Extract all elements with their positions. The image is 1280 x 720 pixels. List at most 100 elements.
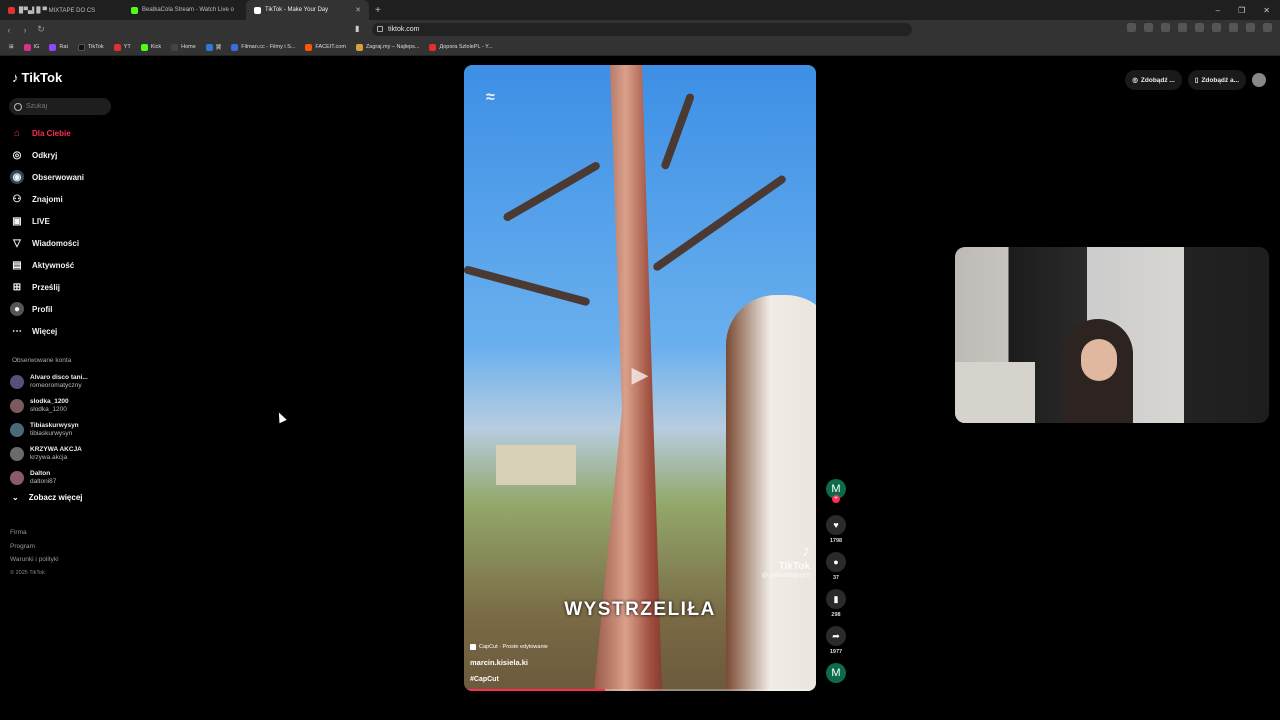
site-info-icon[interactable]: [377, 26, 383, 32]
following-account[interactable]: KRZYWA AKCJA krzywa.akcja: [10, 442, 88, 466]
following-account[interactable]: Tibiaskurwysyn tibiaskurwysyn: [10, 418, 88, 442]
user-avatar[interactable]: [1252, 73, 1266, 87]
author-initial: M: [831, 483, 841, 495]
sidebar-item-live[interactable]: ▣ LIVE: [10, 210, 84, 232]
new-tab-button[interactable]: +: [369, 5, 387, 16]
account-name: Alvaro disco tani...: [30, 374, 88, 381]
get-app-button[interactable]: ▯ Zdobądź a...: [1187, 70, 1246, 90]
webcam-scene-face: [1081, 339, 1117, 381]
minimize-icon[interactable]: –: [1216, 6, 1220, 15]
media-icon[interactable]: [1195, 23, 1204, 32]
bookmark-item[interactable]: Zagraj.my – Najleps...: [353, 43, 423, 51]
bookmark-favicon-icon: [205, 43, 213, 51]
sidebar-item-for-you[interactable]: ⌂ Dla Ciebie: [10, 122, 84, 144]
url-field[interactable]: tiktok.com: [372, 23, 912, 36]
apps-grid-icon[interactable]: ⊞: [6, 44, 17, 50]
like-button[interactable]: ♥: [826, 515, 846, 535]
following-account[interactable]: Dalton daltoni87: [10, 466, 88, 490]
bookmark-item[interactable]: Filman.cc - Filmy i S...: [228, 43, 298, 51]
see-more-label: Zobacz więcej: [28, 493, 83, 502]
sidebar-item-label: Odkryj: [32, 150, 58, 160]
activity-icon: ▤: [12, 259, 22, 271]
close-tab-icon[interactable]: ✕: [355, 6, 361, 14]
wallet-icon[interactable]: [1229, 23, 1238, 32]
footer-link-terms[interactable]: Warunki i polityki: [10, 553, 59, 567]
extension-icon[interactable]: [1144, 23, 1153, 32]
account-name: KRZYWA AKCJA: [30, 446, 82, 453]
sidebar-item-label: Obserwowani: [32, 172, 85, 182]
account-username: krzywa.akcja: [30, 454, 68, 461]
restore-icon[interactable]: ❐: [1238, 6, 1245, 15]
share-count: 1977: [829, 649, 843, 655]
heart-icon: ♥: [833, 520, 839, 530]
sidebar-item-label: Dla Ciebie: [32, 128, 71, 138]
extension-icon[interactable]: [1161, 23, 1170, 32]
footer-link-program[interactable]: Program: [10, 540, 59, 554]
bookmark-item[interactable]: Kick: [138, 43, 164, 51]
reload-icon[interactable]: ↻: [34, 24, 48, 35]
following-accounts-title: Obserwowane konta: [12, 357, 72, 364]
bookmark-item[interactable]: Дорога SzlolePL - Y...: [426, 43, 495, 51]
get-coins-button[interactable]: ◎ Zdobądź ...: [1125, 70, 1182, 90]
extension-icon[interactable]: [1127, 23, 1136, 32]
capcut-tag[interactable]: CapCut · Proste edytowanie: [470, 644, 548, 650]
tab-mixtape[interactable]: ▉▀▄▌▉ ▀ MIXTAPE DO CS: [0, 0, 123, 20]
sidebar-item-friends[interactable]: ⚇ Znajomi: [10, 188, 84, 210]
bookmark-item[interactable]: FACEIT.com: [302, 43, 349, 51]
bookmark-favicon-icon: [355, 43, 363, 51]
author-avatar[interactable]: M +: [826, 479, 846, 503]
search-bar[interactable]: [9, 98, 111, 115]
sidebar-item-upload[interactable]: ⊞ Prześlij: [10, 276, 84, 298]
share-button[interactable]: ➦: [826, 626, 846, 646]
forward-icon[interactable]: ›: [18, 25, 32, 35]
video-meta: CapCut · Proste edytowanie marcin.kisiel…: [470, 644, 548, 683]
sidebar-item-more[interactable]: ⋯ Więcej: [10, 320, 84, 342]
bookmark-item[interactable]: 翼: [203, 43, 225, 51]
sidebar-item-messages[interactable]: ▽ Wiadomości: [10, 232, 84, 254]
play-icon[interactable]: ▶: [620, 355, 660, 395]
tab-kick-stream[interactable]: BeatkaCola Stream - Watch Live o: [123, 0, 246, 20]
url-text: tiktok.com: [388, 26, 420, 33]
phone-icon: ▯: [1194, 77, 1199, 84]
bookmark-item[interactable]: IG: [21, 43, 43, 51]
webcam-scene-person: [1063, 319, 1133, 423]
sidebar-item-following[interactable]: ◉ Obserwowani: [10, 166, 84, 188]
back-icon[interactable]: ‹: [2, 25, 16, 35]
bookmark-item[interactable]: Rat: [46, 43, 71, 51]
follow-plus-icon[interactable]: +: [832, 495, 840, 503]
following-account[interactable]: Alvaro disco tani... romeoromatyczny: [10, 370, 88, 394]
tiktok-logo[interactable]: ♪ TikTok: [12, 70, 62, 85]
extension-icon[interactable]: [1178, 23, 1187, 32]
window-controls: – ❐ ✕: [1216, 6, 1280, 15]
sidebar-item-profile[interactable]: ● Profil: [10, 298, 84, 320]
see-more-button[interactable]: ⌄ Zobacz więcej: [12, 493, 83, 502]
sound-avatar[interactable]: M: [826, 663, 846, 683]
video-hashtag[interactable]: #CapCut: [470, 676, 548, 683]
shield-icon[interactable]: [1246, 23, 1255, 32]
following-account[interactable]: slodka_1200 slodka_1200: [10, 394, 88, 418]
video-progress-bar[interactable]: [464, 689, 816, 691]
video-author[interactable]: marcin.kisiela.ki: [470, 658, 548, 667]
bookmark-label: Filman.cc - Filmy i S...: [241, 44, 296, 50]
bookmark-item[interactable]: TikTok: [75, 43, 107, 51]
close-window-icon[interactable]: ✕: [1263, 6, 1270, 15]
sidebar-item-activity[interactable]: ▤ Aktywność: [10, 254, 84, 276]
menu-icon[interactable]: [1263, 23, 1272, 32]
footer-link-company[interactable]: Firma: [10, 526, 59, 540]
coin-icon: ◎: [1132, 77, 1138, 84]
comment-button[interactable]: ●: [826, 552, 846, 572]
webcam-overlay: [955, 247, 1269, 423]
video-player[interactable]: ≈ ▶ ♪ TikTok @ jestemfajny85 WYSTRZELIŁA…: [464, 65, 816, 691]
bookmark-item[interactable]: YT: [111, 43, 134, 51]
sidebar-item-explore[interactable]: ◎ Odkryj: [10, 144, 84, 166]
more-icon: ⋯: [12, 325, 22, 337]
bookmark-icon[interactable]: ▮: [355, 24, 359, 33]
tab-tiktok[interactable]: TikTok - Make Your Day ✕: [246, 0, 369, 20]
search-input[interactable]: [26, 103, 106, 110]
x-icon: [171, 43, 179, 51]
tiktok-watermark: ♪ TikTok @ jestemfajny85: [761, 543, 810, 579]
save-button[interactable]: ▮: [826, 589, 846, 609]
sidebar-icon[interactable]: [1212, 23, 1221, 32]
bookmark-label: TikTok: [87, 44, 104, 50]
bookmark-item[interactable]: Home: [168, 43, 199, 51]
